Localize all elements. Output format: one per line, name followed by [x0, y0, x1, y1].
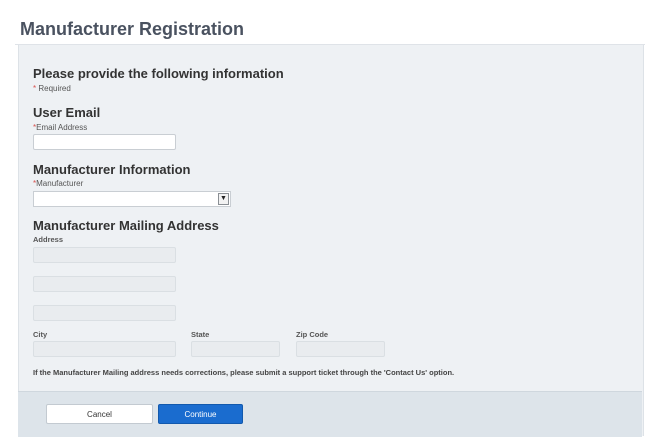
- city-field: [33, 341, 176, 357]
- user-email-heading: User Email: [33, 105, 101, 120]
- manufacturer-label: *Manufacturer: [33, 179, 83, 188]
- zip-code-label: Zip Code: [296, 330, 329, 339]
- address-line-3-field: [33, 305, 176, 321]
- city-label: City: [33, 330, 48, 339]
- manufacturer-select[interactable]: ▼: [33, 191, 231, 207]
- correction-note: If the Manufacturer Mailing address need…: [33, 368, 455, 377]
- manufacturer-info-heading: Manufacturer Information: [33, 162, 191, 177]
- cancel-button[interactable]: Cancel: [46, 404, 153, 424]
- manufacturer-label-text: Manufacturer: [36, 179, 84, 188]
- address-label: Address: [33, 235, 64, 244]
- chevron-down-icon[interactable]: ▼: [218, 193, 229, 205]
- zip-code-field: [296, 341, 385, 357]
- required-note: * Required: [33, 84, 71, 93]
- mailing-address-heading: Manufacturer Mailing Address: [33, 218, 219, 233]
- form-panel: [18, 45, 644, 436]
- continue-button[interactable]: Continue: [158, 404, 243, 424]
- manufacturer-selected-value: [34, 197, 37, 207]
- required-star: *: [33, 84, 37, 93]
- address-line-2-field: [33, 276, 176, 292]
- page-title: Manufacturer Registration: [20, 19, 245, 39]
- address-line-1-field: [33, 247, 176, 263]
- state-field: [191, 341, 280, 357]
- form-intro-heading: Please provide the following information: [33, 66, 284, 81]
- state-label: State: [191, 330, 210, 339]
- email-label-text: Email Address: [36, 123, 88, 132]
- required-note-text: Required: [38, 84, 71, 93]
- email-field[interactable]: [33, 134, 176, 150]
- email-label: *Email Address: [33, 123, 87, 132]
